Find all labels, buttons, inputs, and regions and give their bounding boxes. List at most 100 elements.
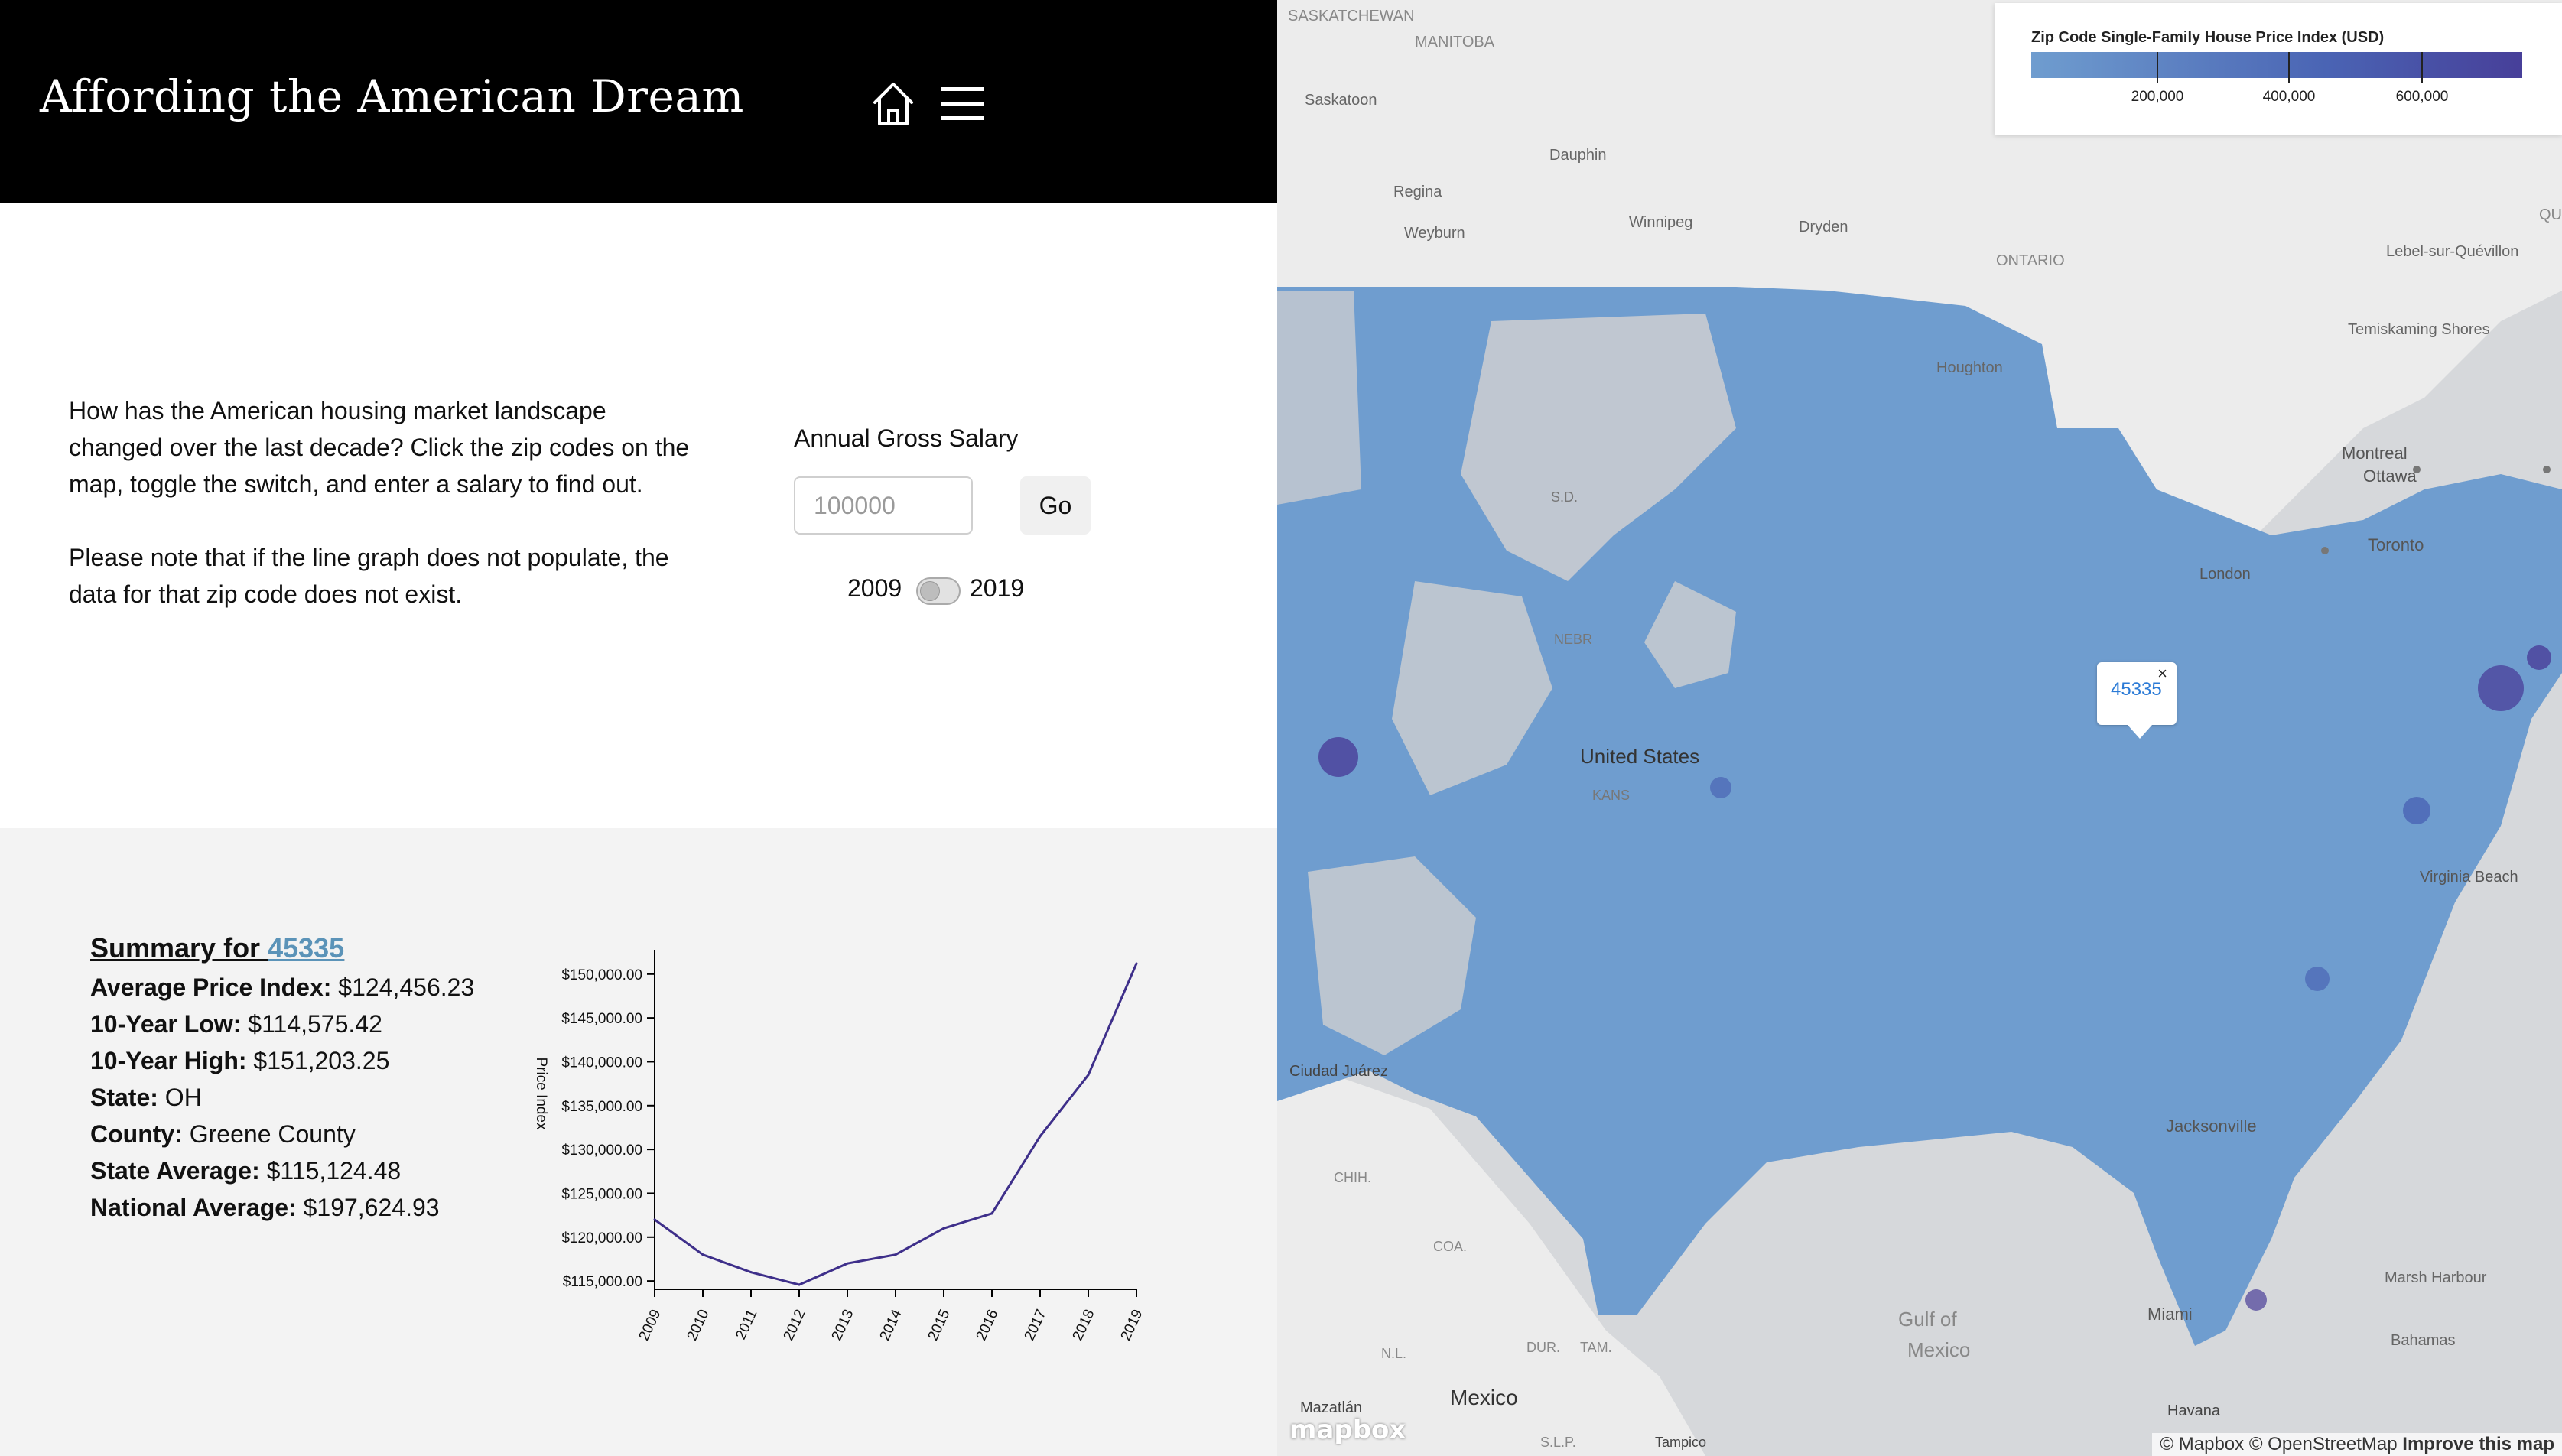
- map-place-label: Montreal: [2342, 444, 2408, 463]
- map-place-label: Bahamas: [2391, 1332, 2456, 1349]
- map-place-label: Dauphin: [1549, 147, 1607, 164]
- summary-row-value: OH: [164, 1084, 202, 1111]
- no-data-region: [1277, 291, 1361, 505]
- map-place-label: Ciudad Juárez: [1289, 1063, 1388, 1080]
- map-place-label: Havana: [2167, 1402, 2220, 1419]
- zip-summary: Summary for 45335 Average Price Index: $…: [90, 928, 519, 1226]
- summary-row: 10-Year Low: $114,575.42: [90, 1006, 519, 1042]
- zip-price-map[interactable]: SASKATCHEWAN MANITOBA Saskatoon Dauphin Regi…: [1277, 0, 2562, 1456]
- legend-tick-label: 400,000: [2262, 89, 2316, 105]
- improve-map-link[interactable]: Improve this map: [2402, 1434, 2554, 1454]
- summary-row-label: 10-Year Low:: [90, 1010, 242, 1038]
- map-place-label: Marsh Harbour: [2385, 1269, 2487, 1286]
- popup-zip-link[interactable]: 45335: [2111, 679, 2162, 700]
- summary-row-label: 10-Year High:: [90, 1047, 247, 1074]
- map-place-label: SASKATCHEWAN: [1288, 8, 1415, 24]
- x-tick-label: 2010: [684, 1307, 713, 1343]
- price-hotspot: [2527, 645, 2551, 670]
- map-place-label: Mexico: [1907, 1338, 1971, 1361]
- year-toggle-switch[interactable]: [916, 577, 961, 605]
- y-tick-label: $115,000.00: [563, 1274, 642, 1290]
- map-place-label: QUÉB: [2539, 206, 2562, 223]
- go-button[interactable]: Go: [1020, 476, 1091, 535]
- price-hotspot: [2245, 1289, 2267, 1311]
- map-place-label: United States: [1580, 745, 1700, 768]
- data-point: [749, 1271, 753, 1274]
- map-place-label: London: [2199, 566, 2251, 583]
- x-tick-label: 2019: [1118, 1307, 1146, 1343]
- map-place-label: ONTARIO: [1996, 252, 2065, 269]
- summary-zip-link[interactable]: 45335: [268, 932, 344, 964]
- summary-rows: Average Price Index: $124,456.23 10-Year …: [90, 969, 519, 1226]
- map-place-label: Weyburn: [1404, 225, 1465, 242]
- price-hotspot: [1318, 737, 1358, 777]
- x-tick-label: 2013: [829, 1307, 857, 1343]
- map-place-label: Toronto: [2368, 535, 2424, 554]
- summary-row: National Average: $197,624.93: [90, 1189, 519, 1226]
- data-point: [798, 1283, 801, 1286]
- map-place-label: Regina: [1393, 184, 1442, 200]
- price-hotspot: [2305, 967, 2330, 991]
- legend-tick: [2288, 52, 2290, 83]
- y-tick-label: $130,000.00: [561, 1142, 642, 1159]
- osm-attribution-link[interactable]: © OpenStreetMap: [2249, 1434, 2398, 1454]
- price-hotspot: [2403, 797, 2430, 824]
- hamburger-menu-icon[interactable]: [938, 83, 987, 125]
- map-canvas[interactable]: [1277, 0, 2562, 1456]
- map-place-label: Lebel-sur-Quévillon: [2386, 243, 2519, 260]
- map-place-label: Tampico: [1655, 1435, 1707, 1450]
- map-place-label: Houghton: [1936, 359, 2003, 376]
- map-place-label: Saskatoon: [1305, 92, 1377, 109]
- summary-title: Summary for 45335: [90, 928, 519, 969]
- series-line: [654, 963, 1138, 1286]
- y-axis-label: Price Index: [533, 1057, 549, 1130]
- summary-row: State: OH: [90, 1079, 519, 1116]
- mapbox-logo[interactable]: mapbox: [1289, 1415, 1406, 1445]
- summary-row-value: $197,624.93: [303, 1194, 440, 1221]
- map-place-label: Temiskaming Shores: [2348, 321, 2490, 338]
- data-point: [701, 1253, 704, 1256]
- summary-row-value: $151,203.25: [253, 1047, 390, 1074]
- summary-row-label: State Average:: [90, 1157, 260, 1185]
- x-tick-label: 2009: [636, 1307, 665, 1343]
- intro-note: Please note that if the line graph does …: [69, 544, 669, 608]
- y-tick-label: $135,000.00: [561, 1099, 642, 1115]
- map-place-label: Winnipeg: [1629, 214, 1693, 231]
- data-point: [1135, 962, 1138, 965]
- summary-row-value: $124,456.23: [338, 973, 475, 1001]
- x-tick-label: 2016: [974, 1307, 1002, 1343]
- legend-tick: [2157, 52, 2158, 83]
- legend-tick-label: 200,000: [2131, 89, 2184, 105]
- summary-row-value: Greene County: [189, 1120, 356, 1148]
- x-tick-label: 2015: [925, 1307, 954, 1343]
- intro-section: How has the American housing market land…: [0, 203, 1277, 828]
- map-place-label: S.L.P.: [1540, 1435, 1576, 1450]
- mapbox-attribution-link[interactable]: © Mapbox: [2160, 1434, 2244, 1454]
- legend-title: Zip Code Single-Family House Price Index…: [2031, 29, 2385, 46]
- map-place-label: Miami: [2147, 1305, 2193, 1324]
- map-place-label: DUR.: [1526, 1340, 1560, 1355]
- legend-tick: [2421, 52, 2423, 83]
- x-tick-label: 2011: [733, 1307, 760, 1342]
- summary-row: 10-Year High: $151,203.25: [90, 1042, 519, 1079]
- data-point: [894, 1253, 897, 1256]
- data-point: [942, 1227, 945, 1230]
- map-place-label: CHIH.: [1334, 1170, 1371, 1185]
- y-tick-label: $150,000.00: [561, 967, 642, 983]
- home-icon[interactable]: [869, 80, 918, 128]
- map-place-label: KANS: [1592, 788, 1631, 803]
- map-place-label: Ottawa: [2363, 466, 2417, 486]
- salary-input[interactable]: [794, 476, 973, 535]
- year-2019-label: 2019: [970, 574, 1025, 602]
- summary-title-prefix: Summary for: [90, 932, 268, 964]
- y-tick-label: $125,000.00: [561, 1186, 642, 1202]
- y-tick-label: $120,000.00: [561, 1230, 642, 1246]
- data-point: [1039, 1135, 1042, 1138]
- year-2009-label: 2009: [847, 574, 902, 602]
- legend-color-bar: [2031, 52, 2522, 78]
- summary-row-label: Average Price Index:: [90, 973, 332, 1001]
- summary-row: County: Greene County: [90, 1116, 519, 1152]
- legend-tick-label: 600,000: [2395, 89, 2449, 105]
- intro-paragraph: How has the American housing market land…: [69, 397, 690, 498]
- map-attribution: © Mapbox © OpenStreetMap Improve this ma…: [2152, 1433, 2562, 1456]
